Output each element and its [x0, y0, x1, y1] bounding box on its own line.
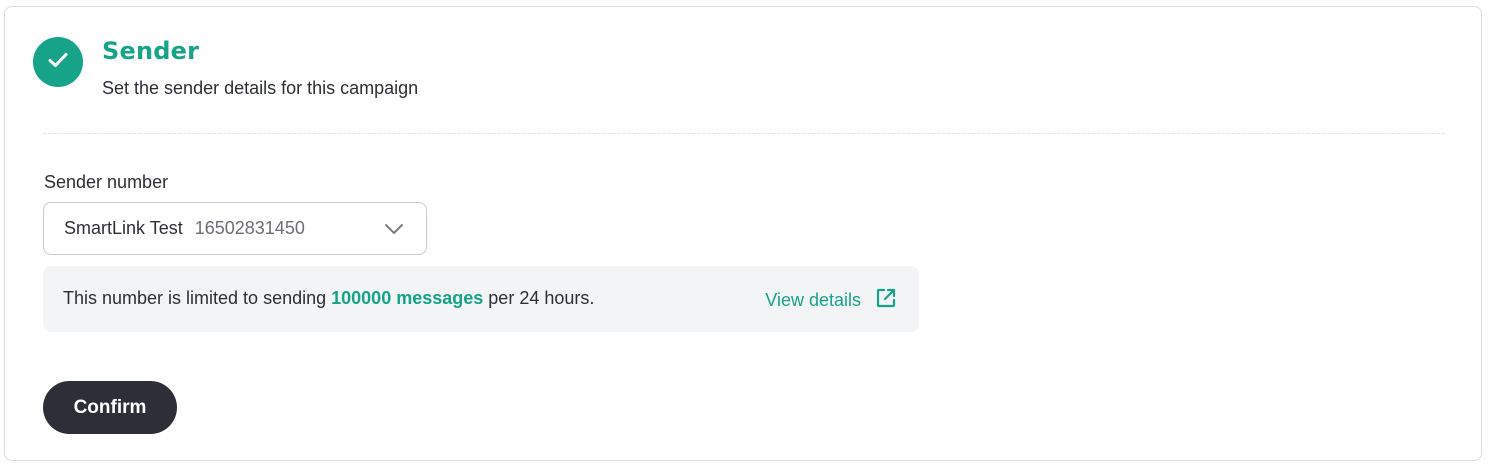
section-subtitle: Set the sender details for this campaign	[102, 78, 419, 98]
divider	[43, 133, 1445, 134]
sender-number-label: Sender number	[44, 172, 169, 192]
limit-text-after: per 24 hours.	[488, 288, 595, 308]
selected-sender-number: 16502831450	[194, 218, 305, 238]
sending-limit-notice: This number is limited to sending 100000…	[43, 266, 919, 332]
view-details-link[interactable]: View details	[765, 287, 897, 314]
check-icon	[47, 51, 69, 74]
completed-status-badge	[33, 37, 83, 87]
sender-number-select[interactable]: SmartLink Test 16502831450	[43, 202, 427, 255]
section-title: Sender	[102, 37, 200, 65]
limit-text-before: This number is limited to sending	[63, 288, 327, 308]
sending-limit-text: This number is limited to sending 100000…	[63, 288, 594, 309]
confirm-button[interactable]: Confirm	[43, 381, 177, 434]
chevron-down-icon	[384, 220, 404, 238]
sender-card: Sender Set the sender details for this c…	[4, 6, 1482, 461]
view-details-label: View details	[765, 290, 861, 310]
external-link-icon	[875, 287, 897, 314]
limit-highlight: 100000 messages	[331, 288, 484, 308]
selected-sender-name: SmartLink Test	[64, 218, 183, 238]
